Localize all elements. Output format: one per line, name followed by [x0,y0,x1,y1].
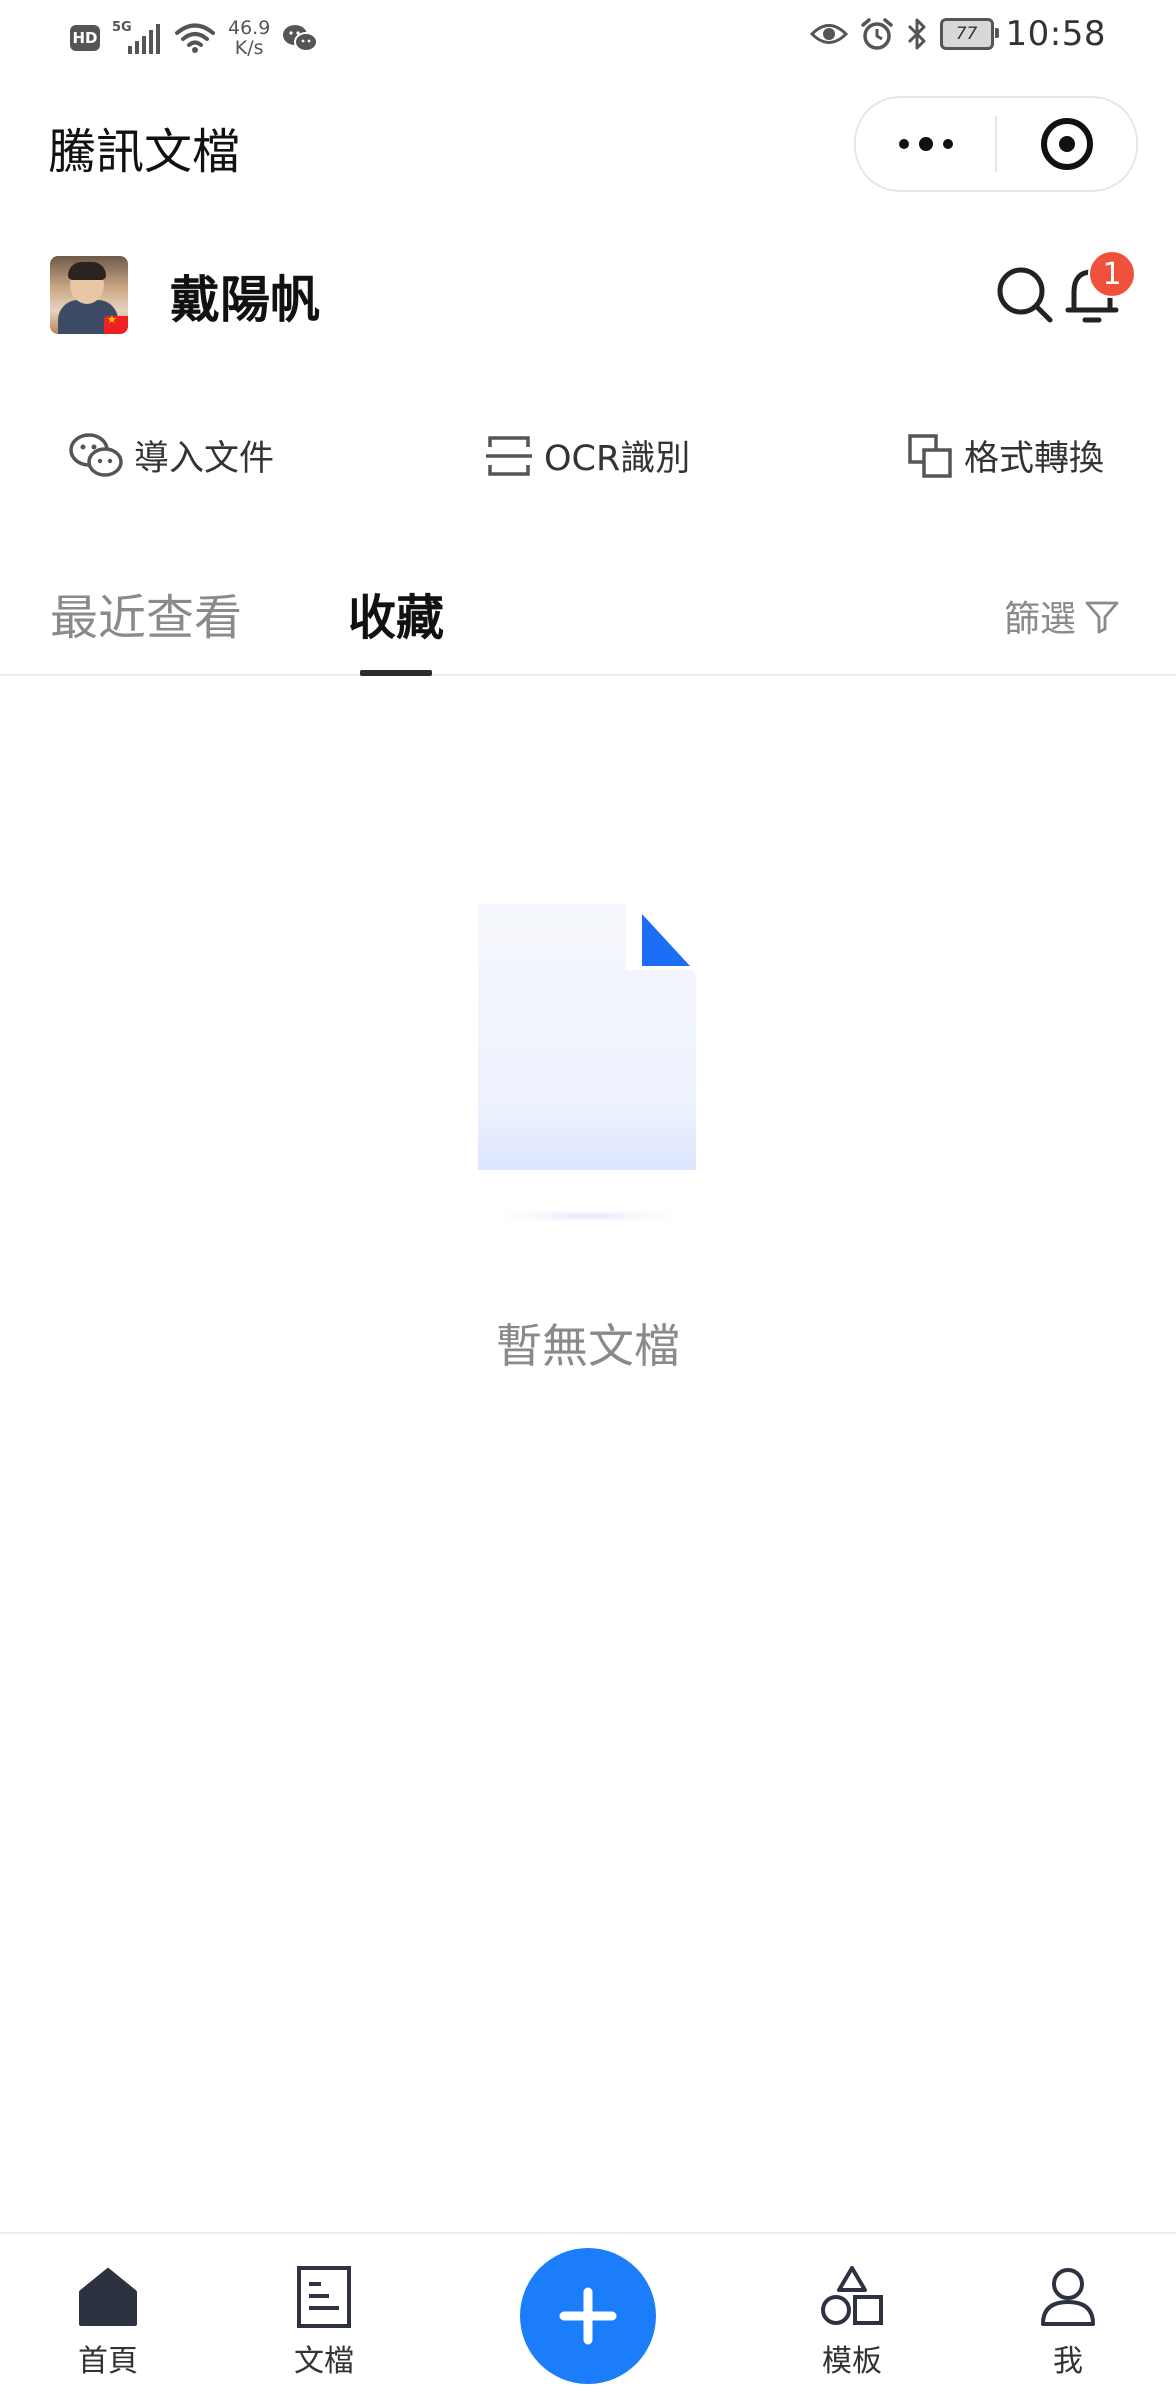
bottom-nav: 首頁 文檔 模板 我 [0,2232,1176,2400]
battery-level: 77 [955,24,978,44]
ocr-button[interactable]: OCR識別 [484,430,690,481]
status-bar: HD 5G 46.9 K/s 77 10:58 [0,0,1176,76]
nav-home-label: 首頁 [78,2344,138,2379]
title-bar: 騰訊文檔 [0,96,1176,192]
empty-document-illustration [476,904,700,1224]
close-mini-program-button[interactable] [997,98,1136,190]
search-icon[interactable] [994,264,1056,326]
more-dot-icon [898,139,909,149]
filter-button[interactable]: 篩選 [1004,590,1120,642]
nav-me-label: 我 [1053,2344,1083,2379]
notification-badge: 1 [1088,250,1136,298]
create-button[interactable] [520,2248,656,2384]
network-speed-value: 46.9 [228,17,271,39]
battery-icon: 77 [939,18,999,50]
scan-icon [486,435,532,476]
nav-me[interactable]: 我 [1008,2264,1128,2380]
user-header: 戴陽帆 1 [0,250,1176,342]
more-dot-icon [918,137,933,151]
document-icon [297,2266,351,2328]
import-file-button[interactable]: 導入文件 [68,430,274,481]
convert-icon [908,433,952,478]
format-convert-button[interactable]: 格式轉換 [906,430,1104,481]
user-name[interactable]: 戴陽帆 [170,260,320,332]
filter-label: 篩選 [1003,599,1076,640]
status-left: HD 5G 46.9 K/s [70,18,319,58]
tab-recent[interactable]: 最近查看 [50,578,242,648]
bluetooth-icon [907,18,926,50]
nav-home[interactable]: 首頁 [48,2264,168,2380]
wifi-icon [175,23,215,53]
cellular-signal-icon: 5G [112,20,162,56]
filter-funnel-icon [1085,601,1119,634]
more-options-button[interactable] [856,98,995,190]
home-icon [79,2268,137,2326]
flag-icon [104,313,128,334]
app-title: 騰訊文檔 [48,124,241,180]
network-speed-unit: K/s [234,37,264,59]
network-speed: 46.9 K/s [228,18,270,58]
nav-documents[interactable]: 文檔 [264,2264,384,2380]
active-tab-indicator [360,670,432,676]
more-dot-icon [942,139,953,149]
hd-icon: HD [70,25,100,51]
nav-templates[interactable]: 模板 [792,2264,912,2380]
plus-icon [559,2287,617,2345]
quick-actions: 導入文件 OCR識別 格式轉換 [0,420,1176,500]
clock: 10:58 [1005,14,1106,54]
target-circle-icon [1040,118,1093,170]
status-right: 77 10:58 [809,14,1106,54]
alarm-icon [860,18,893,50]
wechat-icon [69,432,123,477]
eye-icon [809,24,848,44]
tab-favorites[interactable]: 收藏 [348,578,444,648]
document-tabs: 最近查看 收藏 篩選 [0,570,1176,676]
mini-program-capsule [854,96,1138,192]
nav-documents-label: 文檔 [294,2344,354,2379]
nav-templates-label: 模板 [822,2344,882,2379]
ocr-label: OCR識別 [544,439,691,479]
format-convert-label: 格式轉換 [964,439,1105,479]
avatar[interactable] [50,256,128,334]
page: HD 5G 46.9 K/s 77 10:58 騰訊文檔 ★ 戴陽帆 1 導入文… [0,0,1176,2400]
wechat-notification-icon [283,25,319,52]
person-icon [1041,2268,1095,2326]
import-file-label: 導入文件 [134,439,275,479]
shapes-icon [821,2266,883,2325]
empty-message: 暫無文檔 [496,1319,680,1373]
